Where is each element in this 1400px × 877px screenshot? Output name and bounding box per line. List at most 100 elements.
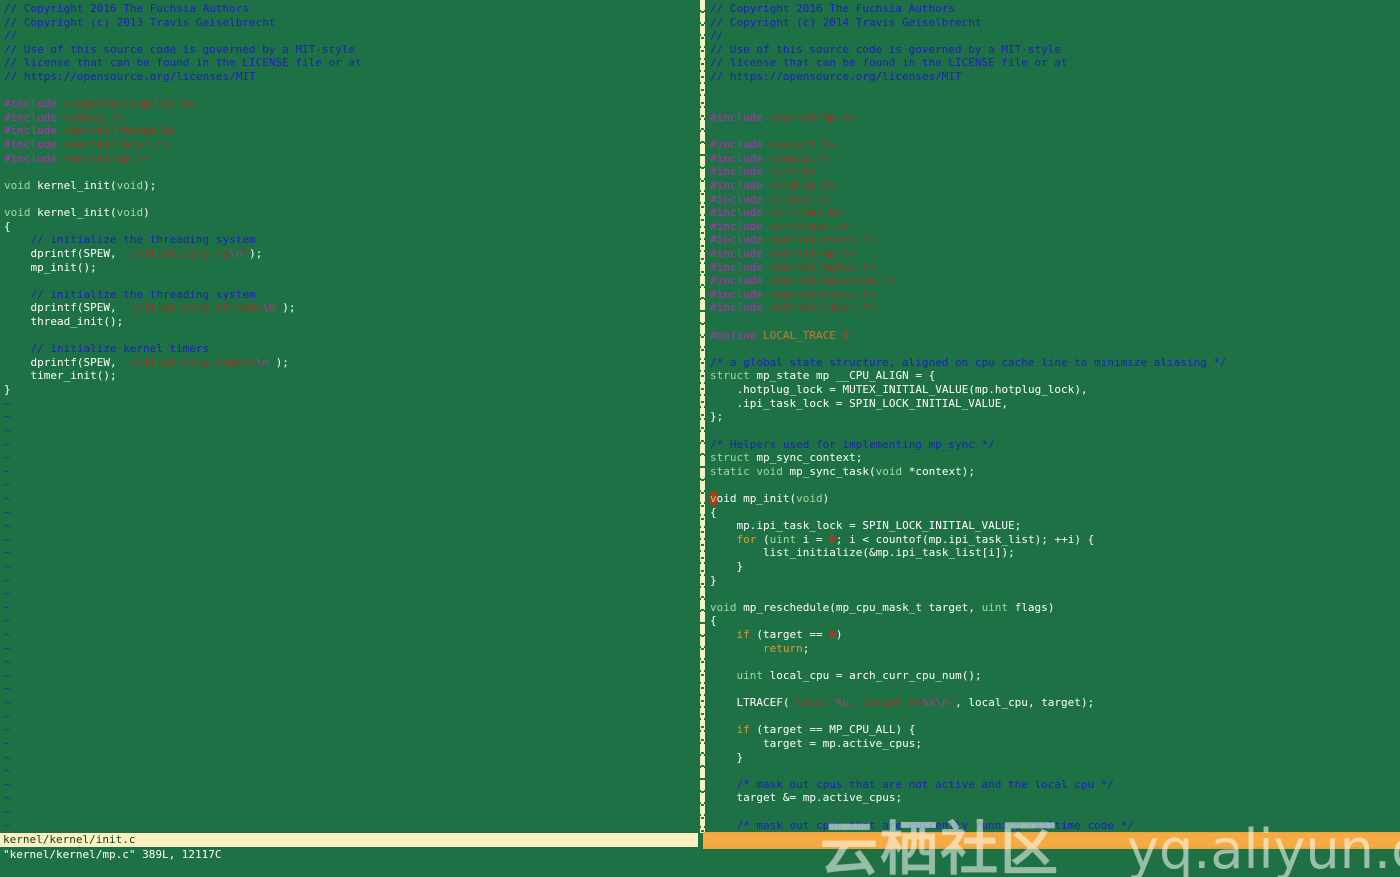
code-line: if (target == MP_CPU_ALL) { <box>736 723 916 737</box>
code-line: #include <magenta/compiler.h> <box>4 97 197 111</box>
code-line: // license that can be found in the LICE… <box>710 56 1068 70</box>
filler-line: ~ <box>4 614 11 628</box>
code-line: } <box>736 559 744 573</box>
code-line: } <box>710 573 717 587</box>
filler-line: ~ <box>4 804 11 818</box>
code-line: dprintf(SPEW, "initializing mp\n"); <box>30 246 263 260</box>
code-line: #include <kernel/mp.h> <box>4 151 150 165</box>
filler-line: ~ <box>4 791 11 805</box>
code-line: #include <arch/ops.h> <box>710 219 850 233</box>
code-line: .hotplug_lock = MUTEX_INITIAL_VALUE(mp.h… <box>736 383 1088 397</box>
code-line: if (target == 0) <box>736 628 843 642</box>
code-line: #include <arch/mp.h> <box>710 206 843 220</box>
code-line: #include <assert.h> <box>710 138 836 152</box>
code-line: timer_init(); <box>30 369 117 383</box>
vim-editor-window: // Copyright 2016 The Fuchsia Authors // … <box>0 0 1400 877</box>
code-line: #include <kernel/mp.h> <box>710 246 856 260</box>
editor-pane-right[interactable]: // Copyright 2016 The Fuchsia Authors// … <box>705 0 1400 833</box>
code-line: // https://opensource.org/licenses/MIT <box>4 70 256 84</box>
filler-line: ~ <box>4 464 11 478</box>
filler-line: ~ <box>4 478 11 492</box>
code-line: // license that can be found in the LICE… <box>4 56 362 70</box>
filler-line: ~ <box>4 559 11 573</box>
code-line: LTRACEF("local %u, target 0x%x\n", local… <box>736 696 1095 710</box>
filler-line: ~ <box>4 696 11 710</box>
filler-line: ~ <box>4 546 11 560</box>
code-line: // Copyright 2016 The Fuchsia Authors <box>4 2 250 15</box>
code-line: /* a global state structure, aligned on … <box>710 355 1227 369</box>
watermark-text-url: yq.aliyun.com <box>1127 818 1400 877</box>
left-pane-code-area[interactable]: // Copyright 2016 The Fuchsia Authors // … <box>4 2 362 832</box>
editor-pane-left[interactable]: // Copyright 2016 The Fuchsia Authors // … <box>0 0 698 833</box>
filler-line: ~ <box>4 682 11 696</box>
code-line: // Use of this source code is governed b… <box>710 42 1061 56</box>
code-line: void mp_init(void) <box>710 491 830 505</box>
code-line: uint local_cpu = arch_curr_cpu_num(); <box>736 668 982 682</box>
filler-line: ~ <box>4 423 11 437</box>
code-line: } <box>4 383 11 397</box>
filler-line: ~ <box>4 519 11 533</box>
filler-line: ~ <box>4 668 11 682</box>
code-line: { <box>710 614 717 628</box>
code-line: // Use of this source code is governed b… <box>4 42 355 56</box>
code-line: }; <box>710 410 724 424</box>
watermark-text-chinese: 云栖社区 <box>820 815 1061 877</box>
code-line: // initialize the threading system <box>4 233 256 247</box>
code-line: #include <stdlib.h> <box>710 178 836 192</box>
code-line: #include <kernel/event.h> <box>710 233 876 247</box>
code-line: #include <kernel/spinlock.h> <box>710 274 896 288</box>
code-line: #define LOCAL_TRACE 0 <box>710 328 850 342</box>
code-line: list_initialize(&mp.ipi_task_list[i]); <box>763 546 1015 560</box>
code-line: void mp_reschedule(mp_cpu_mask_t target,… <box>710 600 1055 614</box>
code-line: target &= mp.active_cpus; <box>736 791 903 805</box>
right-pane-code-area[interactable]: // Copyright 2016 The Fuchsia Authors// … <box>710 2 1227 832</box>
split-separator-inner <box>701 0 704 833</box>
code-line: } <box>736 750 744 764</box>
code-line: for (uint i = 0; i < countof(mp.ipi_task… <box>736 532 1095 546</box>
code-line: // Copyright (c) 2014 Travis Geiselbrech… <box>710 15 982 29</box>
code-line: #include <kernel/mp.h> <box>710 110 856 124</box>
code-line: #include <kernel/stats.h> <box>710 287 876 301</box>
filler-line: ~ <box>4 491 11 505</box>
code-line: { <box>4 219 11 233</box>
filler-line: ~ <box>4 573 11 587</box>
code-line: // initialize kernel timers <box>4 342 210 356</box>
statusline-left: kernel/kernel/init.c <box>0 833 698 847</box>
code-line: mp.ipi_task_lock = SPIN_LOCK_INITIAL_VAL… <box>736 519 1022 533</box>
code-line: void kernel_init(void); <box>4 178 157 192</box>
code-line: // initialize the threading system <box>4 287 256 301</box>
filler-line: ~ <box>4 723 11 737</box>
code-line: // <box>710 29 724 43</box>
code-line: thread_init(); <box>30 315 124 329</box>
filler-line: ~ <box>4 532 11 546</box>
filler-line: ~ <box>4 396 11 410</box>
filler-line: ~ <box>4 600 11 614</box>
filler-line: ~ <box>4 818 11 832</box>
code-line: #include <debug.h> <box>4 110 124 124</box>
code-line: struct mp_sync_context; <box>710 451 863 465</box>
code-line: #include <kernel/thread.h> <box>4 124 177 138</box>
code-line: // https://opensource.org/licenses/MIT <box>710 70 962 84</box>
filler-line: ~ <box>4 410 11 424</box>
code-line: #include <kernel/timer.h> <box>4 138 170 152</box>
filler-line: ~ <box>4 764 11 778</box>
text-cursor: v <box>710 491 717 505</box>
code-line: #include <kernel/timer.h> <box>710 301 876 315</box>
filler-line: ~ <box>4 777 11 791</box>
code-line: void kernel_init(void) <box>4 206 150 220</box>
filler-line: ~ <box>4 437 11 451</box>
